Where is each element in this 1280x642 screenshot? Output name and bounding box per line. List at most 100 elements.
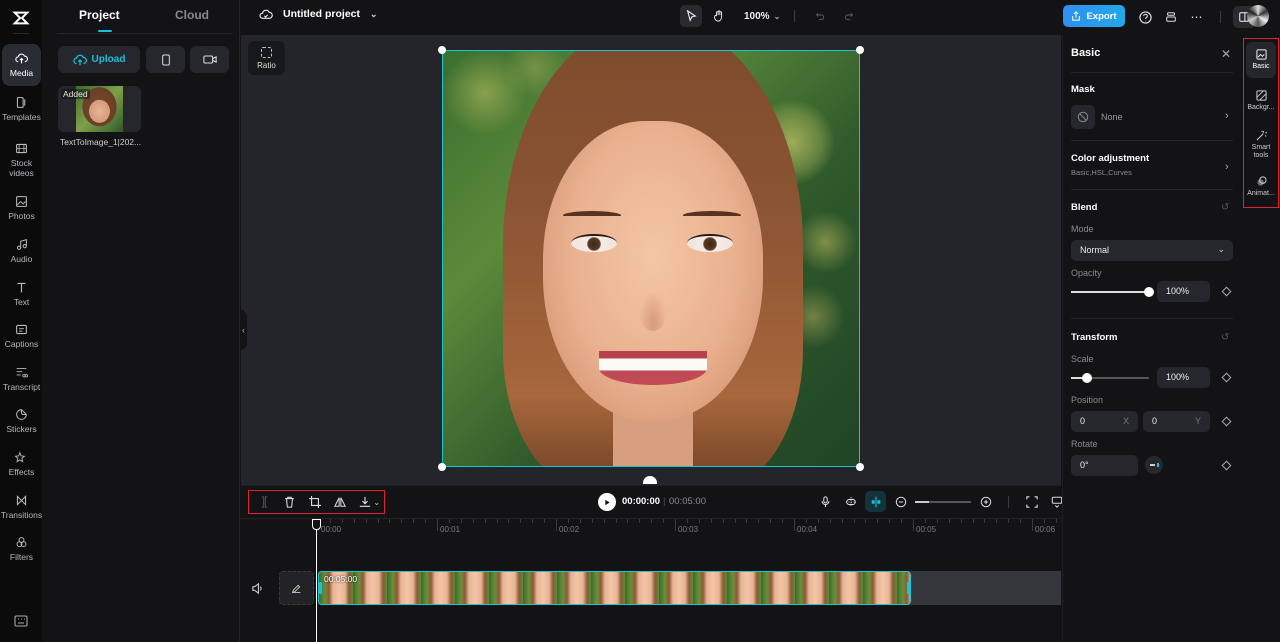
rail-item-stock-videos[interactable]: Stock videos [2,137,41,183]
upload-from-phone-button[interactable] [146,46,185,73]
ruler-minor-tick [936,519,938,523]
play-button[interactable] [598,493,616,511]
help-button[interactable] [1134,6,1156,28]
download-menu-button[interactable]: ⌄ [355,492,384,512]
user-avatar[interactable] [1247,5,1269,27]
stack-icon [1166,12,1176,22]
select-tool-button[interactable] [680,5,702,27]
rotate-input[interactable]: 0° [1071,455,1138,476]
magnet-snap-button[interactable] [865,491,886,512]
chevron-right-icon[interactable]: › [1225,110,1229,122]
clip-trim-right-handle[interactable] [907,582,910,594]
rotate-dial[interactable] [1145,456,1163,474]
rail-item-captions[interactable]: Captions [2,315,41,357]
ruler-minor-tick [389,519,391,523]
position-x-input[interactable]: 0 X [1071,411,1138,432]
playhead-line[interactable] [316,519,317,642]
storage-button[interactable] [1160,6,1182,28]
resize-handle-top-left[interactable] [438,46,446,54]
rail-item-audio[interactable]: Audio [2,230,41,272]
rail-item-text[interactable]: Text [2,273,41,315]
zoom-out-button[interactable] [890,491,911,512]
tab-project[interactable]: Project [79,8,120,22]
rail-item-templates[interactable]: Templates [2,88,41,130]
capcut-logo-icon[interactable] [11,8,31,28]
undo-button[interactable] [809,5,831,27]
asset-name: TextToImage_1|202... [60,137,142,147]
selected-image-layer[interactable] [442,50,860,467]
clip-trim-left-handle[interactable] [319,582,322,594]
rail-item-media[interactable]: Media [2,44,41,86]
project-title-menu[interactable]: Untitled project ⌄ [259,8,378,20]
record-voiceover-button[interactable] [815,491,836,512]
mask-value[interactable]: None [1101,112,1123,122]
rail-item-label: Filters [9,552,34,562]
video-clip[interactable]: 00:05:00 [318,571,911,605]
rail-item-effects[interactable]: Effects [2,443,41,485]
mask-preview[interactable] [1071,105,1095,129]
ruler-minor-tick [472,519,474,523]
scale-keyframe-icon[interactable] [1221,372,1232,383]
export-button[interactable]: Export [1063,5,1125,27]
redo-button[interactable] [837,5,859,27]
rail-tab-background[interactable]: Backgr... [1246,83,1276,119]
rotate-keyframe-icon[interactable] [1221,460,1232,471]
reset-transform-icon[interactable]: ↺ [1221,332,1229,343]
ratio-button[interactable]: Ratio [248,41,285,75]
ruler-minor-tick [413,519,415,523]
resize-handle-bottom-left[interactable] [438,463,446,471]
edit-cover-button[interactable] [279,571,314,605]
upload-button[interactable]: Upload [58,46,140,73]
fullscreen-button[interactable] [1021,491,1042,512]
rail-item-stickers[interactable]: Stickers [2,400,41,442]
rail-tab-basic[interactable]: Basic [1246,42,1276,78]
scale-input[interactable]: 100% [1157,367,1210,388]
divider [1071,318,1233,319]
chevron-right-icon[interactable]: › [1225,161,1229,173]
delete-button[interactable] [280,492,299,512]
position-keyframe-icon[interactable] [1221,416,1232,427]
rail-tab-animation[interactable]: Animat... [1246,169,1276,205]
tab-cloud[interactable]: Cloud [175,8,209,22]
split-button[interactable] [255,492,274,512]
opacity-keyframe-icon[interactable] [1221,286,1232,297]
hand-tool-button[interactable] [708,5,730,27]
scale-slider-knob[interactable] [1081,373,1092,383]
timeline-zoom-slider[interactable] [915,500,971,503]
rail-item-transitions[interactable]: Transitions [1,486,42,528]
rail-item-photos[interactable]: Photos [2,187,41,229]
record-video-button[interactable] [190,46,229,73]
zoom-level-select[interactable]: 100% ⌄ [744,11,780,22]
close-panel-button[interactable]: ✕ [1221,47,1231,61]
link-tracks-button[interactable] [840,491,861,512]
rail-item-label: Stickers [6,424,37,434]
opacity-slider-knob[interactable] [1144,287,1154,297]
collapse-panel-button[interactable]: ‹ [240,310,247,350]
opacity-slider[interactable] [1071,287,1154,297]
rail-tab-smart-tools[interactable]: Smart tools [1246,125,1276,165]
media-asset-card[interactable]: Added [58,86,141,132]
color-adjustment-heading[interactable]: Color adjustment [1071,153,1149,164]
keyboard-shortcuts-icon[interactable] [14,614,28,627]
rotate-handle[interactable] [643,476,657,484]
more-options-button[interactable]: ⋯ [1186,6,1208,28]
time-ruler[interactable]: 00:00 00:01 00:02 00:03 00:04 00:05 00:06 [241,519,1061,541]
zoom-in-button[interactable] [975,491,996,512]
rail-item-transcript[interactable]: Transcript [2,358,41,400]
ruler-minor-tick [722,519,724,523]
reset-blend-icon[interactable]: ↺ [1221,202,1229,213]
mute-track-button[interactable] [251,582,265,596]
crop-button[interactable] [305,492,324,512]
resize-handle-top-right[interactable] [856,46,864,54]
rail-item-filters[interactable]: Filters [2,528,41,570]
flip-button[interactable] [330,492,349,512]
resize-handle-bottom-right[interactable] [856,463,864,471]
blend-mode-select[interactable]: Normal ⌄ [1071,240,1233,261]
preview-canvas: Ratio ‹ [240,35,1061,485]
playhead-handle[interactable] [312,519,321,530]
position-y-input[interactable]: 0 Y [1143,411,1210,432]
scale-slider[interactable] [1071,373,1149,383]
divider [1071,72,1233,73]
opacity-input[interactable]: 100% [1157,281,1210,302]
ruler-minor-tick [758,519,760,523]
